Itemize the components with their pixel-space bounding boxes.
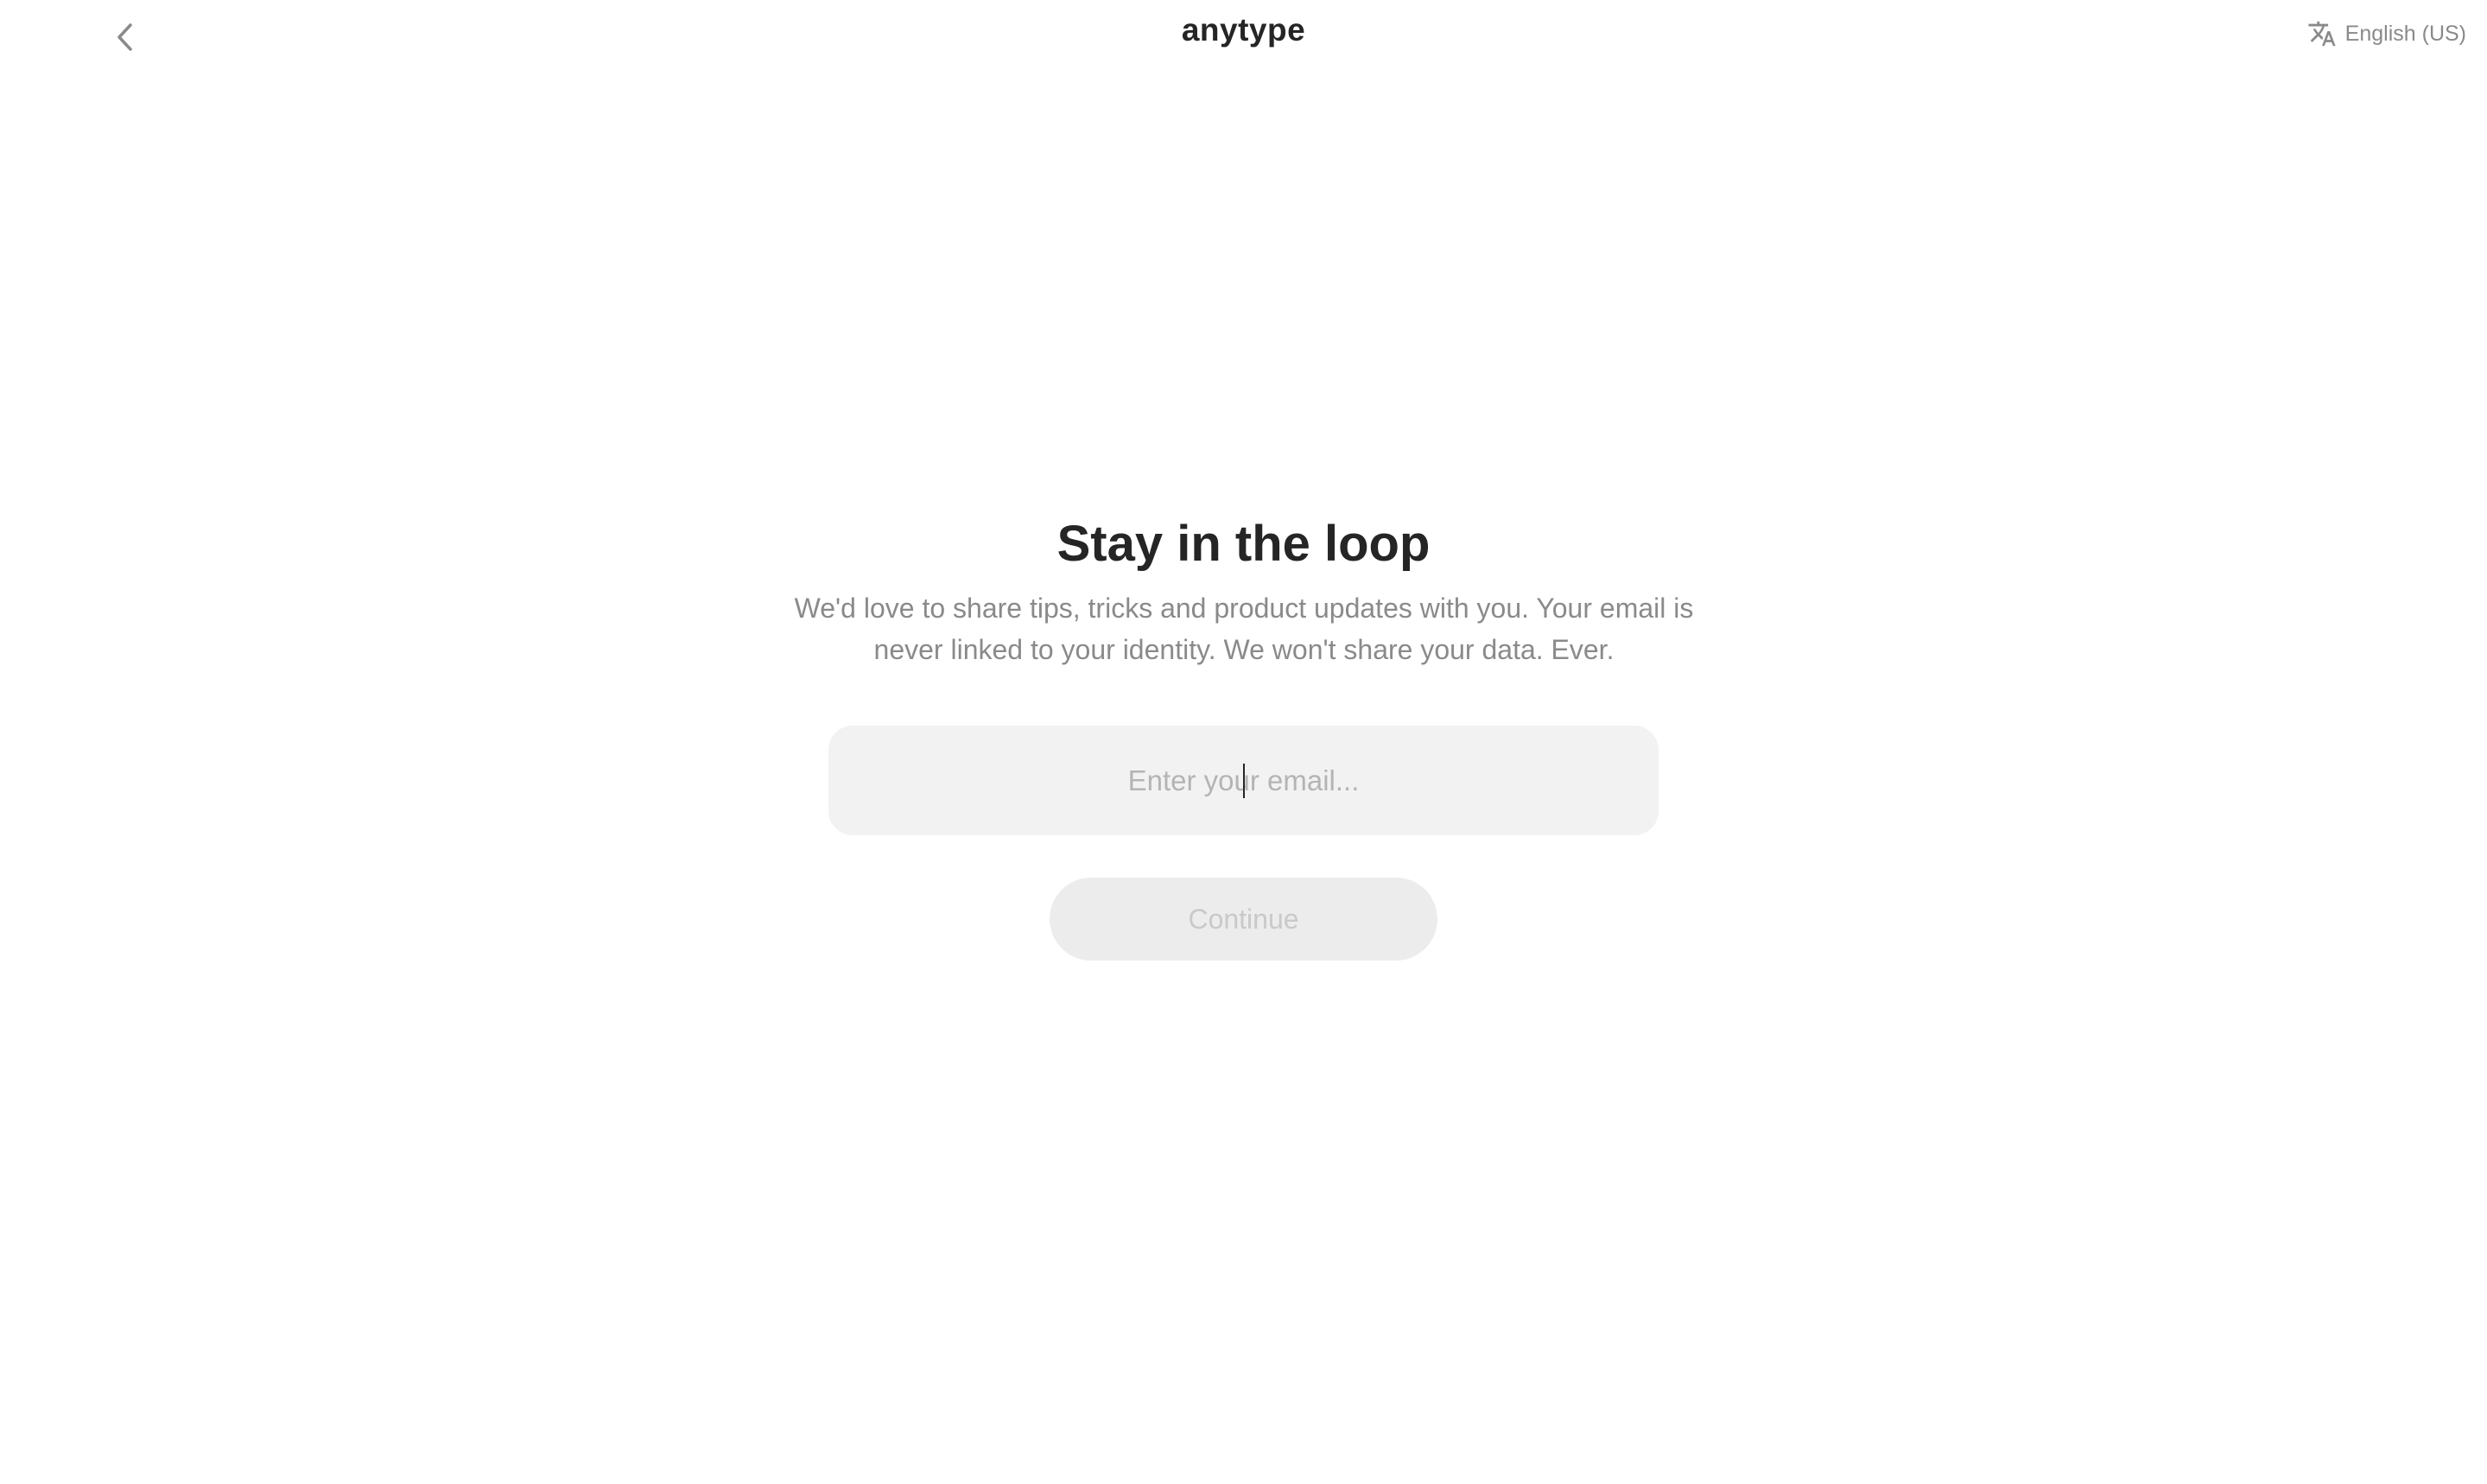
translate-icon	[2307, 19, 2337, 48]
page-title: Stay in the loop	[1056, 516, 1431, 572]
language-selector[interactable]: English (US)	[2307, 19, 2466, 48]
language-label: English (US)	[2344, 21, 2466, 46]
app-logo: anytype	[1181, 12, 1306, 48]
page-description: We'd love to share tips, tricks and prod…	[794, 593, 1694, 665]
onboarding-email-page: anytype English (US) Stay in the loop We…	[0, 0, 2487, 1484]
text-caret	[1243, 764, 1245, 798]
continue-button[interactable]: Continue	[1050, 878, 1437, 961]
